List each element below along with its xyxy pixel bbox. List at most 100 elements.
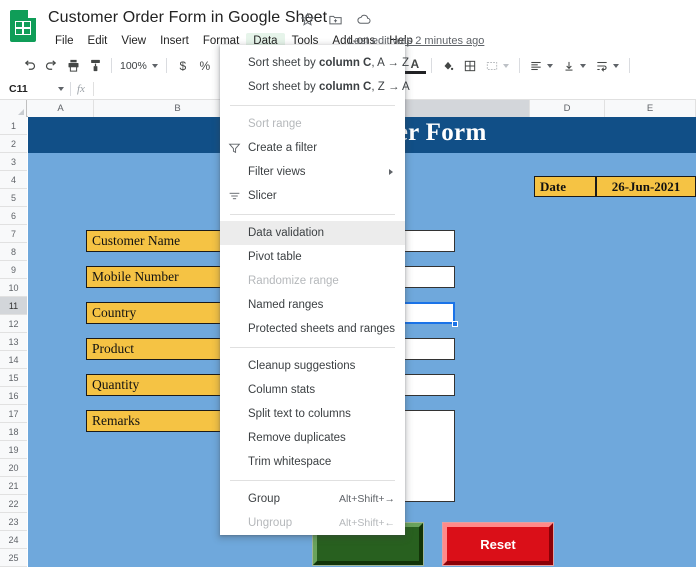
vertical-align-icon[interactable] [558, 55, 580, 77]
title-icon-group [300, 12, 372, 27]
label-country: Country [86, 302, 238, 324]
fill-color-icon[interactable] [437, 55, 459, 77]
menu-item-slicer[interactable]: Slicer [220, 184, 405, 208]
label-product: Product [86, 338, 238, 360]
row-header-5[interactable]: 5 [0, 189, 27, 207]
menu-view[interactable]: View [114, 33, 153, 49]
column-header-e[interactable]: E [605, 100, 696, 117]
menu-divider [230, 105, 395, 106]
row-header-9[interactable]: 9 [0, 261, 27, 279]
row-header-4[interactable]: 4 [0, 171, 27, 189]
row-header-14[interactable]: 14 [0, 351, 27, 369]
google-sheets-logo [10, 10, 36, 42]
row-header-8[interactable]: 8 [0, 243, 27, 261]
row-header-24[interactable]: 24 [0, 531, 27, 549]
print-icon[interactable] [62, 55, 84, 77]
row-header-19[interactable]: 19 [0, 441, 27, 459]
menu-divider [230, 347, 395, 348]
menu-item-label: Pivot table [248, 251, 302, 263]
menu-item-label: Cleanup suggestions [248, 360, 356, 372]
menu-item-sort-sheet-by-column-c[interactable]: Sort sheet by column C, A → Z [220, 51, 409, 75]
star-icon[interactable] [300, 12, 315, 27]
menu-item-remove-duplicates[interactable]: Remove duplicates [220, 426, 405, 450]
column-header-d[interactable]: D [530, 100, 605, 117]
menu-item-shortcut: Alt+Shift+← [338, 517, 395, 529]
menu-edit[interactable]: Edit [81, 33, 115, 49]
cloud-saved-icon[interactable] [356, 12, 372, 27]
menu-item-column-stats[interactable]: Column stats [220, 378, 405, 402]
currency-icon[interactable]: $ [172, 55, 194, 77]
menu-item-group[interactable]: Group Alt+Shift+→ [220, 487, 405, 511]
row-header-2[interactable]: 2 [0, 135, 27, 153]
google-sheets-window: Customer Order Form in Google Sheet File… [0, 0, 696, 567]
row-header-12[interactable]: 12 [0, 315, 27, 333]
horizontal-align-icon[interactable] [525, 55, 547, 77]
row-header-23[interactable]: 23 [0, 513, 27, 531]
menu-item-named-ranges[interactable]: Named ranges [220, 293, 405, 317]
reset-button[interactable]: Reset [443, 523, 553, 565]
menu-item-label: Named ranges [248, 299, 324, 311]
menu-divider [230, 214, 395, 215]
undo-icon[interactable] [18, 55, 40, 77]
row-header-25[interactable]: 25 [0, 549, 27, 567]
document-title[interactable]: Customer Order Form in Google Sheet [48, 9, 327, 27]
row-header-15[interactable]: 15 [0, 369, 27, 387]
merge-cells-icon[interactable] [481, 55, 503, 77]
select-all-corner[interactable] [0, 100, 27, 117]
menu-insert[interactable]: Insert [153, 33, 196, 49]
menu-item-label: Filter views [248, 166, 306, 178]
menu-item-label: Sort range [248, 118, 302, 130]
menu-item-label: Column stats [248, 384, 316, 396]
redo-icon[interactable] [40, 55, 62, 77]
row-header-16[interactable]: 16 [0, 387, 27, 405]
borders-icon[interactable] [459, 55, 481, 77]
menu-item-split-text-to-columns[interactable]: Split text to columns [220, 402, 405, 426]
menu-item-cleanup-suggestions[interactable]: Cleanup suggestions [220, 354, 405, 378]
row-header-20[interactable]: 20 [0, 459, 27, 477]
menu-item-label: Sort sheet by column C, A → Z [248, 57, 410, 69]
menu-file[interactable]: File [48, 33, 81, 49]
chevron-down-icon[interactable] [502, 63, 509, 68]
menu-item-filter-views[interactable]: Filter views [220, 160, 405, 184]
menu-item-data-validation[interactable]: Data validation [220, 221, 405, 245]
chevron-right-icon [389, 169, 393, 175]
row-header-11[interactable]: 11 [0, 297, 27, 315]
chevron-down-icon[interactable] [58, 87, 64, 91]
row-header-1[interactable]: 1 [0, 117, 27, 135]
label-customer-name: Customer Name [86, 230, 238, 252]
move-to-folder-icon[interactable] [328, 12, 343, 27]
fill-handle[interactable] [452, 321, 458, 327]
percent-icon[interactable]: % [194, 55, 216, 77]
menu-item-label: Protected sheets and ranges [248, 323, 396, 335]
menu-item-label: Ungroup [248, 517, 293, 529]
text-wrap-icon[interactable] [591, 55, 613, 77]
row-header-column: 1 2 3 4 5 6 7 8 9 10 11 12 13 14 15 16 17 18 19 20 21 22 23 24 2… [0, 117, 27, 567]
menu-item-shortcut: Alt+Shift+→ [338, 493, 395, 505]
row-header-18[interactable]: 18 [0, 423, 27, 441]
row-header-21[interactable]: 21 [0, 477, 27, 495]
row-header-6[interactable]: 6 [0, 207, 27, 225]
row-header-10[interactable]: 10 [0, 279, 27, 297]
slicer-icon [228, 190, 241, 203]
chevron-down-icon[interactable] [546, 63, 553, 68]
name-box[interactable]: C11 [0, 83, 58, 95]
chevron-down-icon[interactable] [612, 63, 619, 68]
chevron-down-icon[interactable] [579, 63, 586, 68]
menu-item-pivot-table[interactable]: Pivot table [220, 245, 405, 269]
filter-icon [228, 142, 241, 155]
row-header-17[interactable]: 17 [0, 405, 27, 423]
paint-format-icon[interactable] [84, 55, 106, 77]
menu-item-protected-sheets-and-ranges[interactable]: Protected sheets and ranges [220, 317, 405, 341]
menu-item-create-a-filter[interactable]: Create a filter [220, 136, 405, 160]
menu-item-trim-whitespace[interactable]: Trim whitespace [220, 450, 405, 474]
row-header-7[interactable]: 7 [0, 225, 27, 243]
menu-item-label: Group [248, 493, 280, 505]
column-header-a[interactable]: A [28, 100, 94, 117]
row-header-3[interactable]: 3 [0, 153, 27, 171]
menu-item-sort-sheet-by-column-c[interactable]: Sort sheet by column C, Z → A [220, 75, 410, 99]
zoom-selector[interactable]: 100% [117, 60, 161, 72]
row-header-22[interactable]: 22 [0, 495, 27, 513]
row-header-13[interactable]: 13 [0, 333, 27, 351]
date-value-cell[interactable]: 26-Jun-2021 [596, 176, 696, 197]
menu-item-sort-range: Sort range [220, 112, 405, 136]
